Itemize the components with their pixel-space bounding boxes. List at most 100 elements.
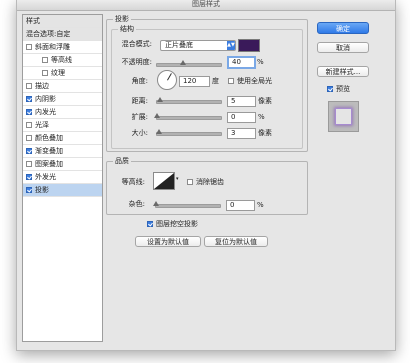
drop-shadow-title: 投影 — [113, 15, 131, 23]
size-slider-thumb[interactable] — [156, 129, 162, 134]
cancel-button[interactable]: 取消 — [317, 42, 369, 53]
style-preview-swatch — [335, 108, 352, 125]
opacity-slider[interactable] — [156, 60, 222, 67]
anti-alias-checkbox[interactable] — [187, 179, 193, 185]
anti-alias-option[interactable]: 消除锯齿 — [187, 178, 224, 187]
style-list-item[interactable]: 投影 — [23, 184, 102, 197]
global-light-checkbox[interactable] — [228, 78, 234, 84]
style-checkbox[interactable] — [26, 187, 32, 193]
distance-input[interactable]: 5 — [227, 96, 256, 107]
opacity-slider-thumb[interactable] — [179, 60, 186, 65]
style-preview — [328, 101, 359, 132]
anti-alias-label: 消除锯齿 — [196, 178, 224, 186]
angle-unit: 度 — [212, 77, 219, 85]
blend-mode-select[interactable]: 正片叠底 ▲▼ — [160, 40, 236, 51]
style-list-header: 样式 — [23, 15, 102, 28]
style-list-item[interactable]: 纹理 — [23, 67, 102, 80]
style-checkbox[interactable] — [26, 109, 32, 115]
contour-label: 等高线: — [121, 178, 145, 186]
distance-label: 距离: — [131, 97, 148, 105]
ok-button[interactable]: 确定 — [317, 22, 369, 34]
global-light-option[interactable]: 使用全局光 — [228, 77, 272, 86]
spread-label: 扩展: — [131, 113, 148, 121]
structure-title: 结构 — [118, 25, 136, 33]
noise-label: 杂色: — [128, 200, 145, 208]
style-list-item-label: 投影 — [35, 186, 49, 194]
size-unit: 像素 — [258, 129, 272, 137]
quality-group: 品质 等高线: ▾ 消除锯齿 杂色: 0 % — [106, 157, 308, 215]
style-list-item[interactable]: 斜面和浮雕 — [23, 41, 102, 54]
opacity-label: 不透明度: — [121, 58, 152, 66]
style-checkbox[interactable] — [26, 83, 32, 89]
spread-slider-thumb[interactable] — [154, 113, 160, 118]
style-list-item-label: 颜色叠加 — [35, 134, 63, 142]
distance-slider[interactable] — [156, 97, 222, 104]
caret-down-icon[interactable]: ▾ — [176, 176, 179, 182]
style-checkbox[interactable] — [42, 70, 48, 76]
style-list-item[interactable]: 外发光 — [23, 171, 102, 184]
angle-input[interactable]: 120 — [179, 76, 210, 87]
size-input[interactable]: 3 — [227, 128, 256, 139]
style-list-item-label: 等高线 — [51, 56, 72, 64]
style-checkbox[interactable] — [26, 161, 32, 167]
angle-dial-hand — [167, 73, 172, 81]
knockout-checkbox[interactable] — [147, 221, 153, 227]
noise-unit: % — [257, 201, 264, 209]
drop-shadow-group: 投影 结构 混合模式: 正片叠底 ▲▼ 不透明度: 40 % 角度: 120 度… — [106, 15, 308, 152]
noise-input[interactable]: 0 — [226, 200, 255, 211]
dialog-title: 图层样式 — [17, 0, 395, 11]
global-light-label: 使用全局光 — [237, 77, 272, 85]
layer-style-dialog: 图层样式 样式 混合选项:自定 斜面和浮雕等高线纹理描边内阴影内发光光泽颜色叠加… — [16, 0, 396, 351]
style-list-item-label: 斜面和浮雕 — [35, 43, 70, 51]
preview-checkbox[interactable] — [327, 86, 333, 92]
knockout-label: 图层挖空投影 — [156, 220, 198, 228]
preview-label: 预览 — [336, 85, 350, 93]
style-checkbox[interactable] — [26, 135, 32, 141]
shadow-color-swatch[interactable] — [238, 39, 260, 52]
chevron-updown-icon: ▲▼ — [227, 41, 235, 50]
noise-slider[interactable] — [153, 201, 221, 208]
style-checkbox[interactable] — [26, 148, 32, 154]
style-list-item-label: 描边 — [35, 82, 49, 90]
style-list-item-label: 内发光 — [35, 108, 56, 116]
quality-title: 品质 — [113, 157, 131, 165]
style-list-item[interactable]: 描边 — [23, 80, 102, 93]
blend-mode-label: 混合模式: — [121, 40, 152, 48]
noise-slider-thumb[interactable] — [153, 201, 159, 206]
style-checkbox[interactable] — [26, 96, 32, 102]
style-list-item[interactable]: 内阴影 — [23, 93, 102, 106]
style-list-item[interactable]: 渐变叠加 — [23, 145, 102, 158]
distance-slider-thumb[interactable] — [157, 97, 163, 102]
style-checkbox[interactable] — [26, 44, 32, 50]
size-slider[interactable] — [156, 129, 222, 136]
style-list-item[interactable]: 颜色叠加 — [23, 132, 102, 145]
style-list-item[interactable]: 内发光 — [23, 106, 102, 119]
angle-dial[interactable] — [157, 70, 177, 90]
set-default-button[interactable]: 设置为默认值 — [135, 236, 201, 247]
contour-picker[interactable] — [153, 172, 175, 190]
blend-options-item[interactable]: 混合选项:自定 — [23, 28, 102, 41]
style-list-item-label: 光泽 — [35, 121, 49, 129]
spread-input[interactable]: 0 — [227, 112, 256, 123]
size-label: 大小: — [131, 129, 148, 137]
reset-default-button[interactable]: 复位为默认值 — [204, 236, 268, 247]
opacity-input[interactable]: 40 — [227, 56, 256, 69]
style-checkbox[interactable] — [42, 57, 48, 63]
knockout-option[interactable]: 图层挖空投影 — [147, 220, 198, 229]
preview-option[interactable]: 预览 — [327, 85, 350, 94]
style-list-item-label: 渐变叠加 — [35, 147, 63, 155]
style-list-item[interactable]: 等高线 — [23, 54, 102, 67]
style-list: 样式 混合选项:自定 斜面和浮雕等高线纹理描边内阴影内发光光泽颜色叠加渐变叠加图… — [22, 14, 103, 342]
distance-unit: 像素 — [258, 97, 272, 105]
opacity-unit: % — [257, 58, 264, 66]
new-style-button[interactable]: 新建样式... — [317, 66, 369, 77]
style-checkbox[interactable] — [26, 174, 32, 180]
style-list-item-label: 内阴影 — [35, 95, 56, 103]
style-checkbox[interactable] — [26, 122, 32, 128]
structure-group: 结构 混合模式: 正片叠底 ▲▼ 不透明度: 40 % 角度: 120 度 使用… — [111, 25, 303, 149]
style-list-item-label: 外发光 — [35, 173, 56, 181]
contour-curve-icon — [154, 173, 174, 189]
style-list-item[interactable]: 光泽 — [23, 119, 102, 132]
style-list-item[interactable]: 图案叠加 — [23, 158, 102, 171]
spread-slider[interactable] — [154, 113, 222, 120]
